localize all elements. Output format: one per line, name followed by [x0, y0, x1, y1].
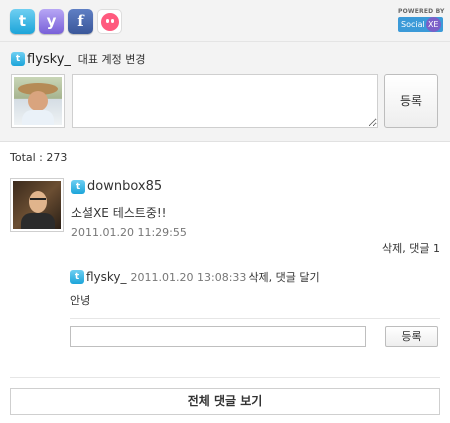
submit-reply-button[interactable]: 등록 — [385, 326, 438, 347]
powered-by-socialxe-logo: POWERED BY Social XE — [398, 8, 445, 32]
comment-header: t downbox85 — [71, 179, 162, 194]
reply-input[interactable] — [70, 326, 366, 347]
reply-text: 안녕 — [70, 294, 91, 307]
twitter-small-icon: t — [11, 52, 25, 66]
submit-comment-button[interactable]: 등록 — [384, 74, 438, 128]
reply-actions[interactable]: 삭제, 댓글 달기 — [248, 271, 319, 284]
my-avatar — [11, 74, 65, 128]
twitter-icon[interactable]: t — [10, 9, 35, 34]
socialxe-logo: Social XE — [398, 17, 443, 32]
reply-header: t flysky_ 2011.01.20 13:08:33 삭제, 댓글 달기 — [70, 269, 320, 285]
twitter-small-icon: t — [71, 179, 85, 194]
comment-author[interactable]: downbox85 — [87, 179, 162, 194]
reply-date: 2011.01.20 13:08:33 — [130, 270, 247, 284]
facebook-icon[interactable]: f — [68, 9, 93, 34]
divider — [10, 377, 440, 378]
me2day-icon[interactable] — [97, 9, 122, 34]
reply-author[interactable]: flysky_ — [86, 270, 127, 284]
yozm-icon[interactable]: y — [39, 9, 64, 34]
change-main-account-link[interactable]: 대표 계정 변경 — [78, 53, 146, 66]
divider — [70, 318, 440, 319]
comment-input[interactable] — [72, 74, 378, 128]
compose-panel: t y f POWERED BY Social XE t flysky_ 대표 계정… — [0, 0, 450, 142]
twitter-small-icon: t — [70, 270, 84, 284]
view-all-comments-button[interactable]: 전체 댓글 보기 — [10, 388, 440, 415]
account-row: t flysky_ 대표 계정 변경 — [11, 51, 145, 67]
comment-actions[interactable]: 삭제, 댓글 1 — [382, 240, 440, 256]
comment-date: 2011.01.20 11:29:55 — [71, 226, 187, 239]
total-count: Total : 273 — [10, 151, 68, 164]
comment-text: 소셜XE 테스트중!! — [71, 206, 167, 220]
account-name: flysky_ — [27, 51, 71, 67]
avatar — [10, 178, 64, 232]
service-bar: t y f POWERED BY Social XE — [0, 0, 450, 42]
powered-by-label: POWERED BY — [398, 8, 445, 15]
